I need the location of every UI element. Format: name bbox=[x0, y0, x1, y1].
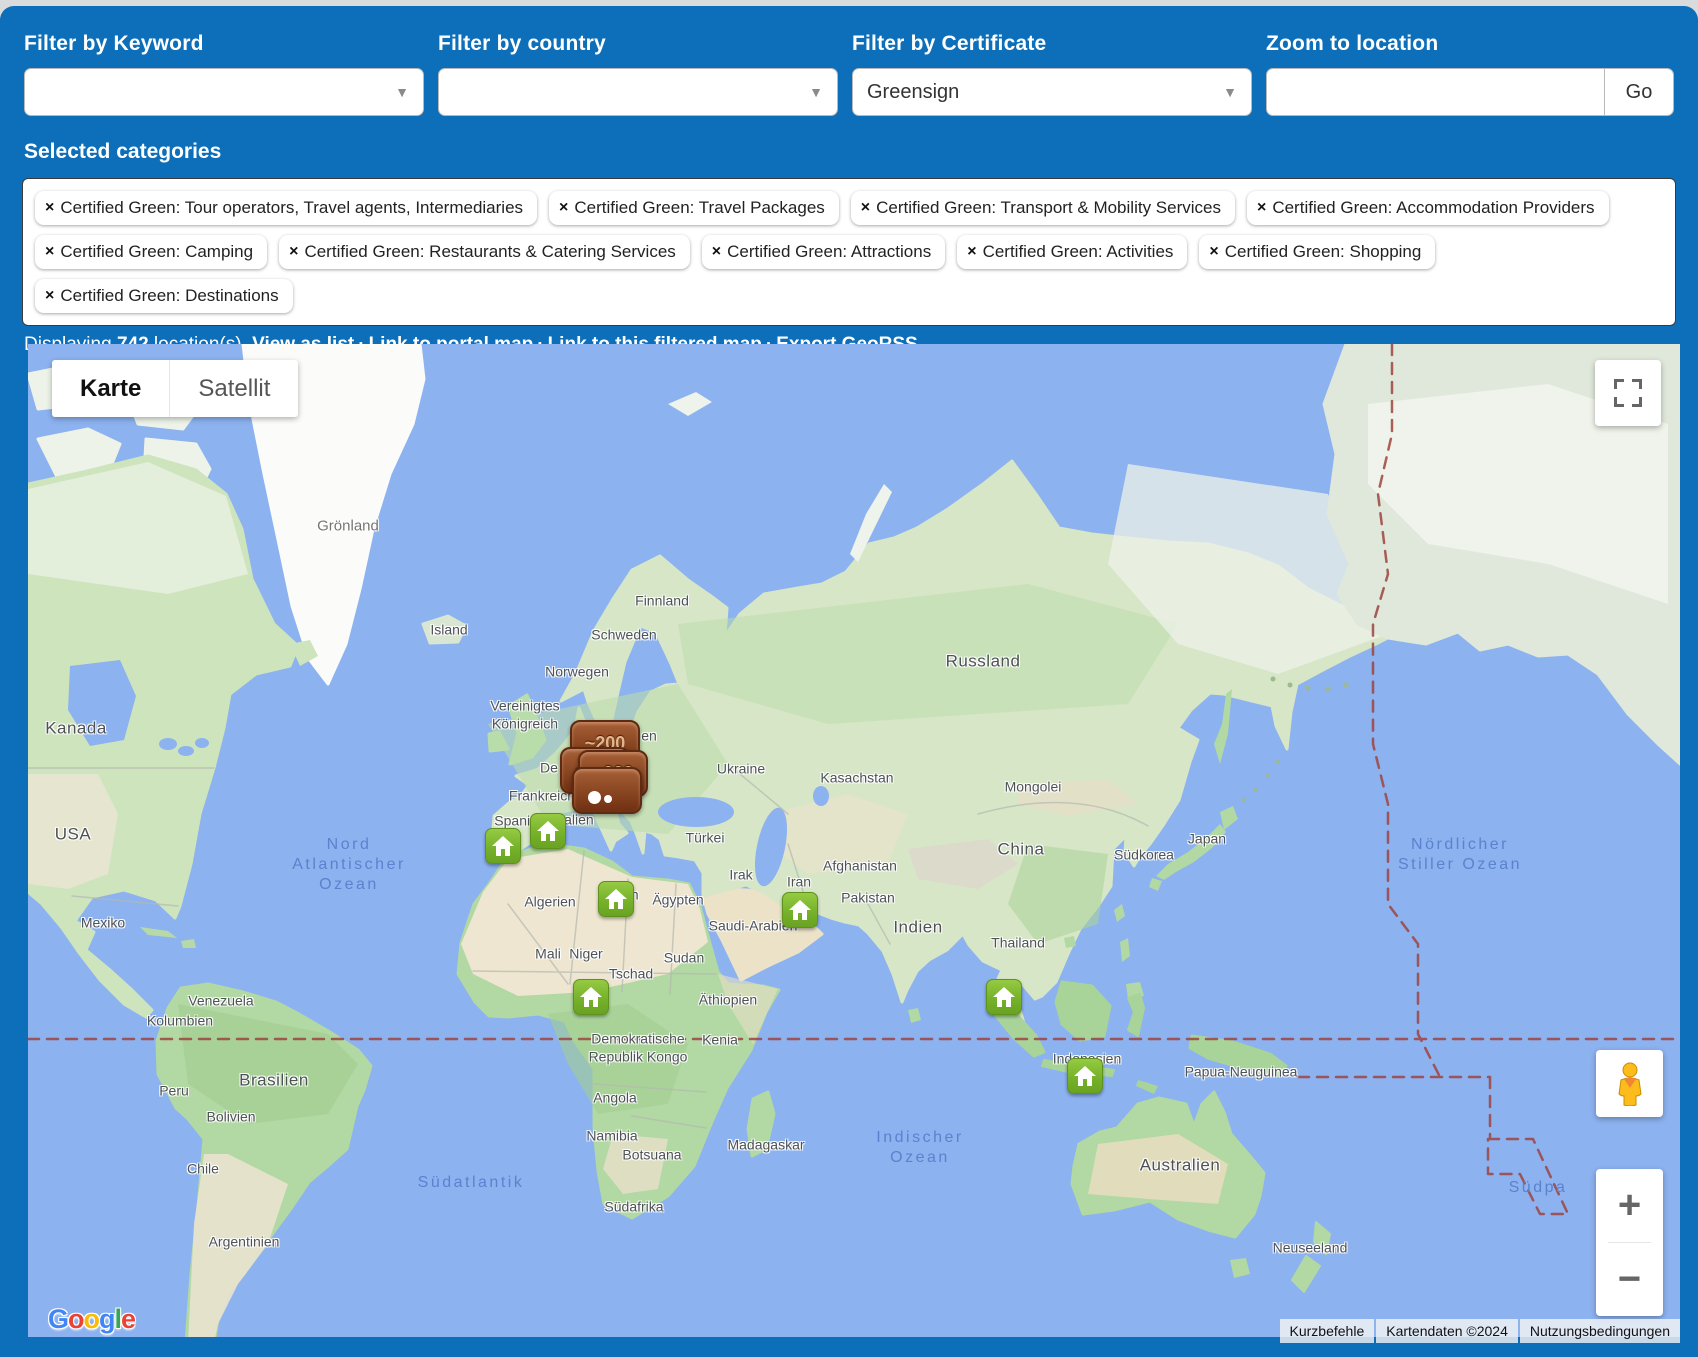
category-chip-label: Certified Green: Activities bbox=[983, 242, 1174, 262]
category-chip-label: Certified Green: Shopping bbox=[1225, 242, 1422, 262]
category-chip-label: Certified Green: Camping bbox=[60, 242, 253, 262]
pegman-button[interactable] bbox=[1596, 1050, 1663, 1117]
page: Filter by Keyword ▼ Filter by country ▼ … bbox=[0, 0, 1698, 1357]
chevron-down-icon: ▼ bbox=[809, 84, 823, 100]
category-chip[interactable]: × Certified Green: Camping bbox=[35, 235, 267, 269]
category-chip-label: Certified Green: Travel Packages bbox=[574, 198, 824, 218]
selected-categories-title: Selected categories bbox=[24, 140, 1674, 164]
zoom-to-location-group: Zoom to location Go bbox=[1266, 32, 1674, 116]
filter-keyword-label: Filter by Keyword bbox=[24, 32, 424, 56]
filter-certificate-label: Filter by Certificate bbox=[852, 32, 1252, 56]
house-icon bbox=[788, 899, 812, 921]
zoom-control: + − bbox=[1596, 1169, 1663, 1316]
zoom-in-button[interactable]: + bbox=[1596, 1169, 1663, 1242]
house-icon bbox=[491, 835, 515, 857]
remove-icon[interactable]: × bbox=[45, 199, 54, 217]
world-map-graphic bbox=[28, 344, 1680, 1343]
attribution-link[interactable]: Kartendaten ©2024 bbox=[1376, 1319, 1518, 1343]
filter-keyword-group: Filter by Keyword ▼ bbox=[24, 32, 424, 116]
google-logo[interactable]: Google bbox=[48, 1304, 135, 1335]
location-marker[interactable] bbox=[1067, 1058, 1103, 1094]
filter-keyword-select[interactable]: ▼ bbox=[24, 68, 424, 116]
fullscreen-button[interactable] bbox=[1595, 360, 1661, 426]
category-chip-label: Certified Green: Transport & Mobility Se… bbox=[876, 198, 1221, 218]
category-chip[interactable]: × Certified Green: Destinations bbox=[35, 279, 293, 313]
map-type-karte-button[interactable]: Karte bbox=[52, 360, 169, 417]
attribution-link[interactable]: Kurzbefehle bbox=[1280, 1319, 1375, 1343]
filter-bar: Filter by Keyword ▼ Filter by country ▼ … bbox=[0, 6, 1698, 116]
category-chip[interactable]: × Certified Green: Accommodation Provide… bbox=[1247, 191, 1609, 225]
category-chip-label: Certified Green: Destinations bbox=[60, 286, 278, 306]
google-logo-letter: e bbox=[121, 1304, 135, 1334]
category-chip[interactable]: × Certified Green: Shopping bbox=[1199, 235, 1435, 269]
map-type-satellit-button[interactable]: Satellit bbox=[169, 360, 298, 417]
remove-icon[interactable]: × bbox=[1209, 243, 1218, 261]
chevron-down-icon: ▼ bbox=[1223, 84, 1237, 100]
map-attribution: KurzbefehleKartendaten ©2024Nutzungsbedi… bbox=[1280, 1319, 1680, 1343]
house-icon bbox=[604, 888, 628, 910]
category-chip[interactable]: × Certified Green: Transport & Mobility … bbox=[851, 191, 1235, 225]
filter-certificate-group: Filter by Certificate Greensign ▼ bbox=[852, 32, 1252, 116]
house-icon bbox=[1073, 1065, 1097, 1087]
category-chip[interactable]: × Certified Green: Travel Packages bbox=[549, 191, 839, 225]
category-chip[interactable]: × Certified Green: Attractions bbox=[702, 235, 945, 269]
remove-icon[interactable]: × bbox=[712, 243, 721, 261]
location-marker[interactable] bbox=[530, 813, 566, 849]
map-viewport[interactable]: GrönlandIslandFinnlandSchwedenNorwegenVe… bbox=[28, 344, 1680, 1343]
location-marker[interactable] bbox=[598, 881, 634, 917]
filter-certificate-select[interactable]: Greensign ▼ bbox=[852, 68, 1252, 116]
filter-country-group: Filter by country ▼ bbox=[438, 32, 838, 116]
category-chip-label: Certified Green: Attractions bbox=[727, 242, 931, 262]
category-chip[interactable]: × Certified Green: Restaurants & Caterin… bbox=[279, 235, 690, 269]
filter-country-label: Filter by country bbox=[438, 32, 838, 56]
remove-icon[interactable]: × bbox=[289, 243, 298, 261]
google-logo-letter: o bbox=[68, 1304, 84, 1334]
cluster-dot bbox=[604, 795, 612, 803]
cluster-marker[interactable]: ~200 bbox=[572, 767, 642, 814]
zoom-to-location-input[interactable] bbox=[1266, 68, 1604, 116]
attribution-link[interactable]: Nutzungsbedingungen bbox=[1520, 1319, 1680, 1343]
location-marker[interactable] bbox=[485, 828, 521, 864]
fullscreen-icon bbox=[1614, 379, 1642, 407]
chevron-down-icon: ▼ bbox=[395, 84, 409, 100]
filter-certificate-value: Greensign bbox=[867, 81, 959, 104]
remove-icon[interactable]: × bbox=[45, 287, 54, 305]
remove-icon[interactable]: × bbox=[45, 243, 54, 261]
filter-map-panel: Filter by Keyword ▼ Filter by country ▼ … bbox=[0, 6, 1698, 1357]
category-chip-label: Certified Green: Accommodation Providers bbox=[1272, 198, 1594, 218]
remove-icon[interactable]: × bbox=[1257, 199, 1266, 217]
location-marker[interactable] bbox=[573, 979, 609, 1015]
house-icon bbox=[992, 986, 1016, 1008]
selected-categories-box: × Certified Green: Tour operators, Trave… bbox=[22, 178, 1676, 326]
zoom-to-location-label: Zoom to location bbox=[1266, 32, 1674, 56]
filter-country-select[interactable]: ▼ bbox=[438, 68, 838, 116]
pegman-icon bbox=[1613, 1062, 1647, 1106]
google-logo-letter: o bbox=[84, 1304, 100, 1334]
cluster-dot bbox=[588, 791, 601, 804]
google-logo-letter: G bbox=[48, 1304, 68, 1334]
zoom-out-button[interactable]: − bbox=[1596, 1243, 1663, 1316]
google-logo-letter: g bbox=[99, 1304, 115, 1334]
category-chip[interactable]: × Certified Green: Tour operators, Trave… bbox=[35, 191, 537, 225]
category-chip-label: Certified Green: Restaurants & Catering … bbox=[304, 242, 675, 262]
remove-icon[interactable]: × bbox=[861, 199, 870, 217]
map-type-control: Karte Satellit bbox=[52, 360, 298, 417]
category-chip[interactable]: × Certified Green: Activities bbox=[957, 235, 1187, 269]
house-icon bbox=[536, 820, 560, 842]
remove-icon[interactable]: × bbox=[559, 199, 568, 217]
location-marker[interactable] bbox=[986, 979, 1022, 1015]
category-chip-label: Certified Green: Tour operators, Travel … bbox=[60, 198, 523, 218]
go-button[interactable]: Go bbox=[1604, 68, 1674, 116]
remove-icon[interactable]: × bbox=[967, 243, 976, 261]
location-marker[interactable] bbox=[782, 892, 818, 928]
house-icon bbox=[579, 986, 603, 1008]
